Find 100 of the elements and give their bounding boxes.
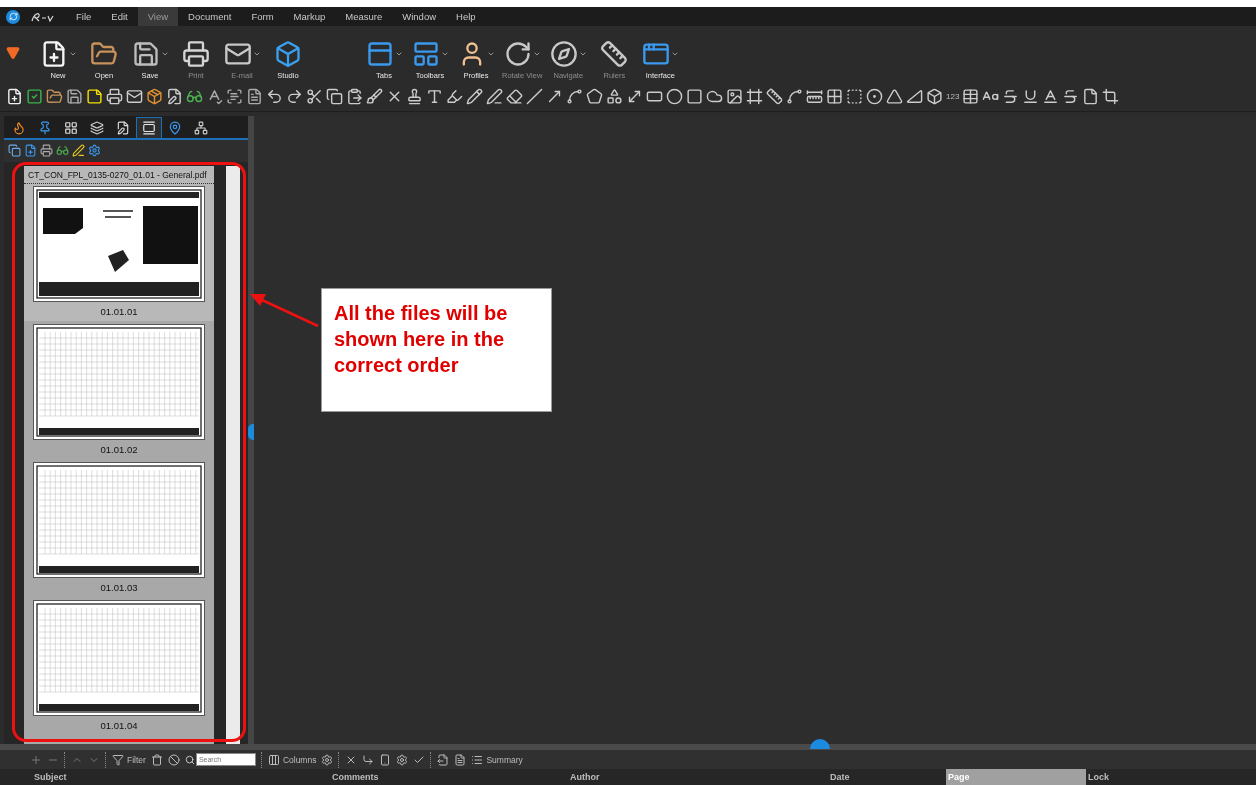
ruler-icon[interactable] — [600, 39, 629, 68]
circle-icon[interactable] — [666, 88, 683, 106]
menu-item[interactable]: Edit — [101, 7, 138, 26]
stamp-icon[interactable] — [406, 88, 423, 106]
insert-page-icon[interactable] — [24, 144, 37, 158]
redo-icon[interactable] — [286, 88, 303, 106]
pencil-icon[interactable] — [466, 88, 483, 106]
angle-icon[interactable] — [886, 88, 903, 106]
menu-item[interactable]: File — [66, 7, 102, 26]
count-tool[interactable]: 123 — [946, 92, 960, 102]
panel-tab[interactable] — [136, 116, 162, 138]
edit-document-icon[interactable] — [116, 120, 130, 135]
note-icon[interactable] — [86, 88, 103, 106]
printer-icon[interactable] — [40, 144, 53, 158]
area-icon[interactable] — [826, 88, 843, 106]
column-header[interactable]: Lock — [1086, 769, 1256, 785]
frame-icon[interactable] — [746, 88, 763, 106]
page-icon[interactable] — [1082, 88, 1100, 106]
grid-icon[interactable] — [64, 120, 78, 135]
column-header[interactable]: Date — [828, 769, 946, 785]
columns-button[interactable]: Columns — [267, 753, 317, 766]
title-sheet-thumbnail[interactable] — [33, 185, 205, 302]
document-icon[interactable] — [454, 753, 467, 766]
copy-icon[interactable] — [326, 88, 343, 106]
toolbar-icon[interactable] — [411, 39, 440, 68]
column-header[interactable]: Author — [568, 769, 828, 785]
menu-item[interactable]: View — [137, 7, 179, 26]
text-icon[interactable] — [426, 88, 443, 106]
dropdown-triangle-icon[interactable] — [6, 45, 20, 60]
search-icon — [184, 754, 195, 765]
length-icon[interactable] — [806, 88, 823, 106]
scan-text-icon[interactable] — [226, 88, 243, 106]
printer-icon[interactable] — [182, 39, 210, 68]
thumbnails-icon[interactable] — [142, 120, 156, 135]
undo-icon[interactable] — [266, 88, 283, 106]
trash-icon[interactable] — [150, 753, 163, 766]
reply-icon[interactable] — [362, 753, 375, 766]
map-pin-icon[interactable] — [168, 120, 182, 135]
shapes-icon[interactable] — [606, 88, 623, 106]
scissors-icon[interactable] — [306, 88, 323, 106]
page-thumbnail-item[interactable]: 01.01.01 — [24, 182, 214, 321]
tabs-icon[interactable] — [365, 39, 394, 68]
menu-item[interactable]: Document — [178, 7, 242, 26]
page-label: 01.01.01 — [100, 304, 138, 319]
highlighter-icon[interactable] — [446, 88, 463, 106]
document-icon[interactable] — [246, 88, 263, 106]
scrollbar[interactable] — [226, 165, 240, 745]
paste-icon[interactable] — [346, 88, 363, 106]
table-icon[interactable] — [962, 88, 980, 106]
export-icon[interactable] — [437, 753, 450, 766]
settings-icon[interactable] — [88, 144, 101, 158]
cube-icon[interactable] — [274, 39, 302, 68]
menu-item[interactable]: Markup — [283, 7, 336, 26]
flame-icon[interactable] — [12, 120, 26, 135]
underline-icon[interactable] — [1022, 88, 1040, 106]
line-icon[interactable] — [526, 88, 543, 106]
pen-icon[interactable] — [72, 144, 85, 158]
compass-icon[interactable] — [549, 39, 578, 68]
splitter-handle[interactable] — [810, 739, 830, 750]
polygon-icon[interactable] — [586, 88, 603, 106]
ruler-icon[interactable] — [766, 88, 783, 106]
menu-item[interactable]: Form — [241, 7, 284, 26]
edit-document-icon[interactable] — [166, 88, 183, 106]
image-icon[interactable] — [726, 88, 743, 106]
eraser-icon[interactable] — [506, 88, 523, 106]
curve-icon[interactable] — [566, 88, 583, 106]
cube-icon[interactable] — [926, 88, 943, 106]
folder-icon[interactable] — [46, 88, 63, 106]
strikethrough-icon[interactable] — [1002, 88, 1020, 106]
glasses-icon[interactable] — [56, 144, 69, 158]
perimeter-icon[interactable] — [846, 88, 863, 106]
column-header[interactable]: Subject — [32, 769, 330, 785]
settings-icon[interactable] — [321, 753, 334, 766]
menu-item[interactable]: Window — [392, 7, 447, 26]
rotate-icon[interactable] — [503, 39, 532, 68]
filter-button[interactable]: Filter — [112, 753, 146, 766]
package-icon[interactable] — [146, 88, 163, 106]
menu-item[interactable]: Help — [446, 7, 486, 26]
pen-icon[interactable] — [486, 88, 503, 106]
strikethrough-icon[interactable] — [1062, 88, 1080, 106]
baseline-icon[interactable] — [1042, 88, 1060, 106]
summary-button[interactable]: Summary — [471, 753, 523, 766]
diameter-icon[interactable] — [866, 88, 883, 106]
envelope-icon[interactable] — [126, 88, 143, 106]
panel-splitter[interactable] — [248, 115, 254, 745]
menu-item[interactable]: Measure — [335, 7, 393, 26]
clear-icon[interactable] — [167, 753, 180, 766]
printer-icon[interactable] — [106, 88, 123, 106]
new-file-icon[interactable] — [6, 88, 23, 106]
table-sheet-thumbnail[interactable] — [33, 461, 205, 578]
column-header[interactable]: Comments — [330, 769, 568, 785]
settings-icon[interactable] — [396, 753, 409, 766]
pin-icon[interactable] — [38, 120, 52, 135]
hierarchy-icon[interactable] — [194, 120, 208, 135]
table-sheet-thumbnail[interactable] — [33, 599, 205, 716]
pages-icon[interactable] — [8, 144, 21, 158]
layers-icon[interactable] — [90, 120, 104, 135]
brush-icon[interactable] — [366, 88, 383, 106]
table-sheet-thumbnail[interactable] — [33, 323, 205, 440]
crop-icon[interactable] — [1102, 88, 1120, 106]
